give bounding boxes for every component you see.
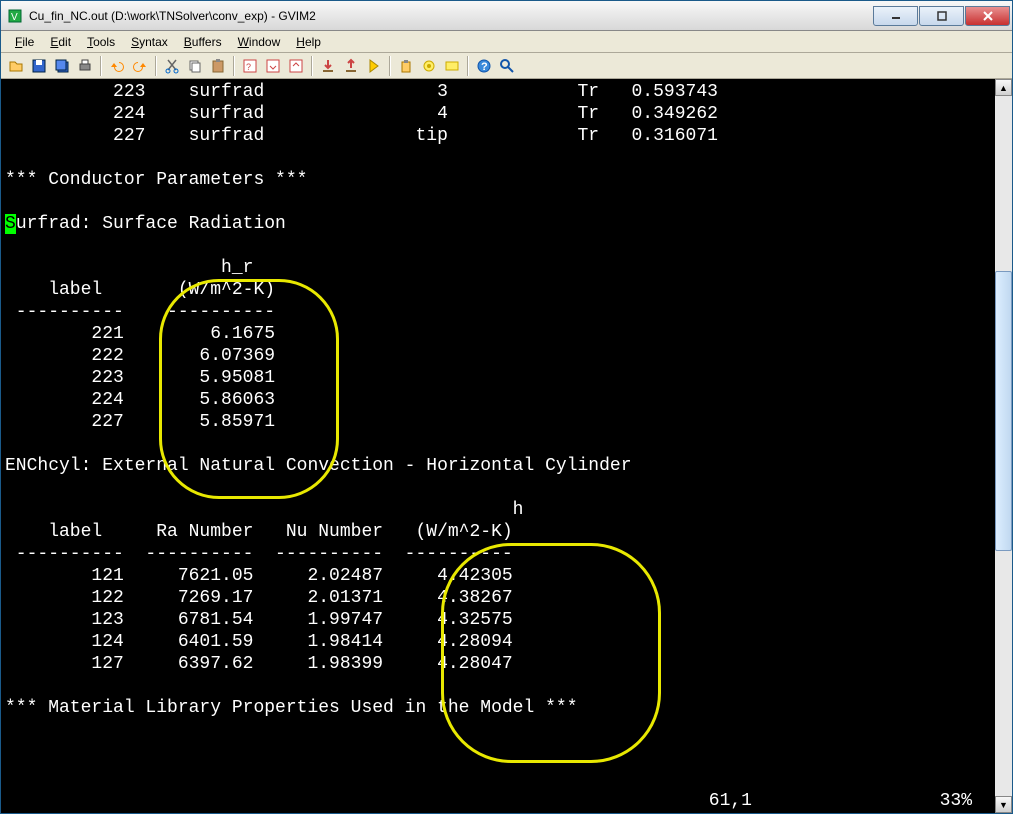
toolbar-separator (233, 56, 235, 76)
open-icon[interactable] (5, 55, 27, 77)
save-icon[interactable] (28, 55, 50, 77)
titlebar[interactable]: V Cu_fin_NC.out (D:\work\TNSolver\conv_e… (1, 1, 1012, 31)
make-icon[interactable] (395, 55, 417, 77)
toolbar-separator (311, 56, 313, 76)
copy-icon[interactable] (184, 55, 206, 77)
toolbar-separator (155, 56, 157, 76)
maximize-button[interactable] (919, 6, 964, 26)
scroll-percent: 33% (940, 791, 972, 811)
close-button[interactable] (965, 6, 1010, 26)
menu-window[interactable]: Window (230, 33, 289, 51)
redo-icon[interactable] (129, 55, 151, 77)
svg-text:?: ? (481, 61, 488, 73)
toolbar: ?? (1, 53, 1012, 79)
menu-edit[interactable]: Edit (42, 33, 79, 51)
scroll-thumb[interactable] (995, 271, 1012, 551)
paste-icon[interactable] (207, 55, 229, 77)
menu-syntax[interactable]: Syntax (123, 33, 176, 51)
print-icon[interactable] (74, 55, 96, 77)
scroll-up-button[interactable]: ▲ (995, 79, 1012, 96)
vertical-scrollbar[interactable]: ▲ ▼ (995, 79, 1012, 813)
help-icon[interactable]: ? (473, 55, 495, 77)
find-prev-icon[interactable] (285, 55, 307, 77)
shell-icon[interactable] (418, 55, 440, 77)
save-session-icon[interactable] (340, 55, 362, 77)
find-icon[interactable]: ? (239, 55, 261, 77)
window-title: Cu_fin_NC.out (D:\work\TNSolver\conv_exp… (29, 9, 872, 23)
app-window: V Cu_fin_NC.out (D:\work\TNSolver\conv_e… (0, 0, 1013, 814)
undo-icon[interactable] (106, 55, 128, 77)
find-help-icon[interactable] (496, 55, 518, 77)
save-all-icon[interactable] (51, 55, 73, 77)
cursor: S (5, 214, 16, 234)
run-script-icon[interactable] (363, 55, 385, 77)
scroll-down-button[interactable]: ▼ (995, 796, 1012, 813)
load-session-icon[interactable] (317, 55, 339, 77)
menu-buffers[interactable]: Buffers (176, 33, 230, 51)
menu-file[interactable]: File (7, 33, 42, 51)
app-icon: V (7, 8, 23, 24)
minimize-button[interactable] (873, 6, 918, 26)
svg-text:?: ? (246, 62, 251, 72)
text-editor[interactable]: 223 surfrad 3 Tr 0.593743 224 surfrad 4 … (1, 79, 995, 813)
toolbar-separator (100, 56, 102, 76)
editor-area: 223 surfrad 3 Tr 0.593743 224 surfrad 4 … (1, 79, 1012, 813)
scroll-track[interactable] (995, 96, 1012, 796)
menubar: File Edit Tools Syntax Buffers Window He… (1, 31, 1012, 53)
cursor-position: 61,1 (709, 791, 752, 811)
menu-help[interactable]: Help (288, 33, 329, 51)
cut-icon[interactable] (161, 55, 183, 77)
svg-text:V: V (11, 12, 18, 23)
tags-icon[interactable] (441, 55, 463, 77)
toolbar-separator (467, 56, 469, 76)
window-controls (872, 6, 1010, 26)
toolbar-separator (389, 56, 391, 76)
find-next-icon[interactable] (262, 55, 284, 77)
menu-tools[interactable]: Tools (79, 33, 123, 51)
